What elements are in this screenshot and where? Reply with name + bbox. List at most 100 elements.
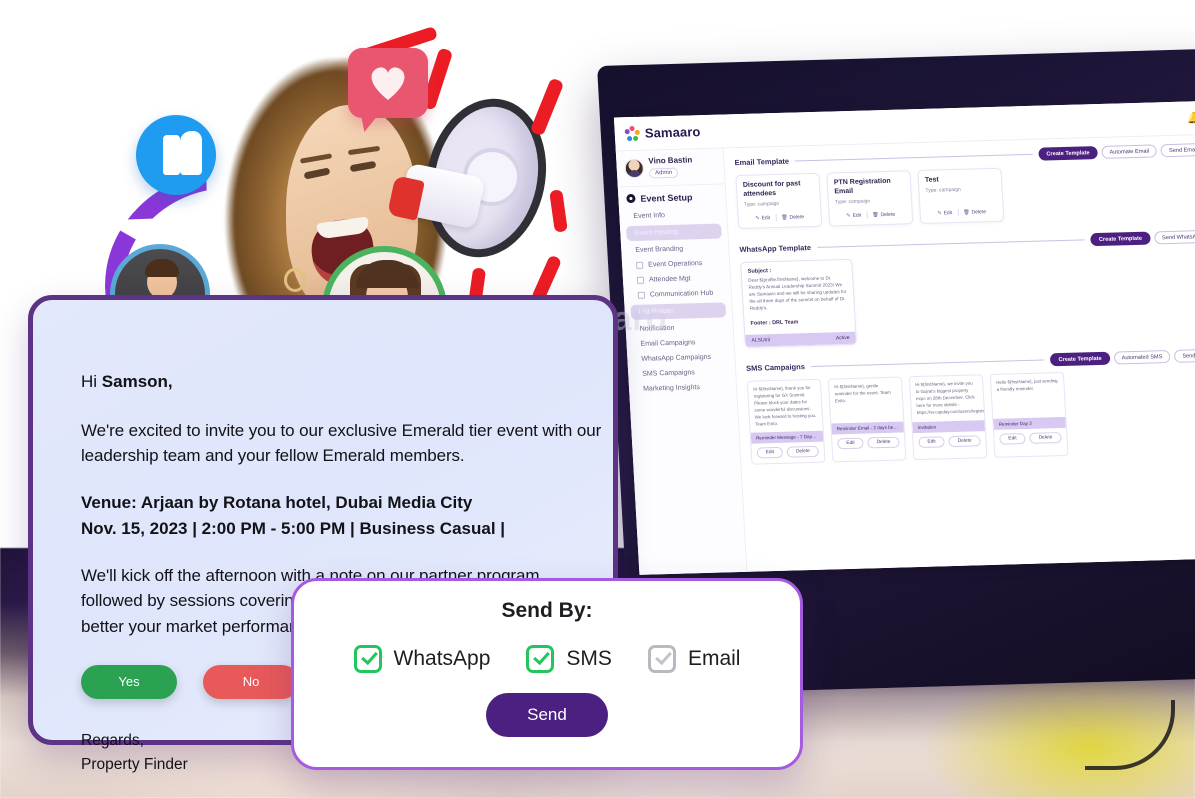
venue-line: Venue: Arjaan by Rotana hotel, Dubai Med… bbox=[81, 493, 473, 513]
send-sms-button[interactable]: Send SMS bbox=[1174, 349, 1195, 364]
sidebar-item-label: Event Info bbox=[633, 211, 666, 220]
channel-options: WhatsApp SMS Email bbox=[353, 645, 740, 673]
edit-button[interactable]: Edit bbox=[837, 438, 864, 450]
sidebar-item-label: Attendee Mgt bbox=[648, 275, 691, 284]
sidebar-item-label: Event Branding bbox=[635, 245, 684, 254]
sms-campaign-card[interactable]: Hello ${firstName}, just sending a frien… bbox=[989, 372, 1069, 459]
card-actions: Edit Delete bbox=[913, 431, 986, 453]
brand-name: Samaaro bbox=[644, 124, 701, 141]
email-template-card[interactable]: Test Type: campaign ✎ Edit 🗑 Delete bbox=[917, 167, 1005, 224]
status-badge: Active bbox=[835, 335, 850, 342]
check-icon bbox=[533, 647, 551, 666]
sms-campaign-card[interactable]: Hi ${firstName}, we invite you to Gujrat… bbox=[908, 374, 988, 461]
card-actions: Edit Delete bbox=[751, 442, 824, 464]
card-subtitle: Type: campaign bbox=[925, 186, 961, 194]
card-actions: ✎ Edit 🗑 Delete bbox=[745, 213, 815, 222]
yes-button[interactable]: Yes bbox=[81, 664, 177, 699]
email-template-card[interactable]: PTN Registration Email Type: campaign ✎ E… bbox=[826, 170, 914, 227]
send-by-modal: Send By: WhatsApp SMS Email Send bbox=[291, 578, 803, 770]
sms-campaign-card[interactable]: Hi ${firstName}, thank you for registeri… bbox=[746, 379, 826, 466]
whatsapp-template-card[interactable]: Subject : Dear ${profile.firstName}, wel… bbox=[740, 258, 857, 349]
checkbox-sms[interactable] bbox=[526, 645, 555, 673]
email-template-actions: Create Template Automate Email Send Emai… bbox=[1038, 143, 1195, 161]
email-template-cards: Discount for past attendees Type: campai… bbox=[735, 162, 1195, 230]
checkbox-whatsapp[interactable] bbox=[353, 645, 382, 673]
send-email-button[interactable]: Send Email bbox=[1160, 143, 1195, 158]
avatar-hair bbox=[145, 259, 179, 277]
edit-button[interactable]: Edit bbox=[999, 433, 1026, 446]
edit-button[interactable]: Edit bbox=[756, 447, 784, 459]
card-actions: Edit Delete bbox=[994, 428, 1067, 450]
no-button[interactable]: No bbox=[203, 664, 299, 699]
card-subtitle: Type: campaign bbox=[743, 200, 780, 208]
divider bbox=[816, 239, 1085, 248]
divider bbox=[866, 211, 868, 219]
option-email[interactable]: Email bbox=[647, 645, 740, 673]
email-template-card[interactable]: Discount for past attendees Type: campai… bbox=[735, 172, 823, 230]
delete-button[interactable]: Delete bbox=[948, 434, 981, 447]
checkbox-email[interactable] bbox=[647, 645, 676, 673]
email-intro: We're excited to invite you to our exclu… bbox=[81, 421, 602, 466]
create-template-button[interactable]: Create Template bbox=[1050, 352, 1111, 367]
megaphone-small-icon bbox=[637, 291, 646, 299]
card-actions: ✎ Edit 🗑 Delete bbox=[836, 210, 906, 219]
thumbs-up-icon bbox=[136, 115, 216, 195]
edit-button[interactable]: ✎ Edit bbox=[846, 212, 861, 218]
edit-button[interactable]: ✎ Edit bbox=[755, 215, 770, 221]
delete-button[interactable]: 🗑 Delete bbox=[872, 211, 895, 218]
card-title: PTN Registration Email bbox=[833, 177, 891, 196]
option-sms[interactable]: SMS bbox=[526, 645, 612, 673]
user-name: Vino Bastin bbox=[648, 155, 693, 166]
heart-speech-bubble-icon bbox=[348, 48, 428, 118]
sidebar-item-label: Event Operations bbox=[647, 259, 703, 269]
brand: Samaaro bbox=[624, 124, 701, 142]
send-whatsapp-button[interactable]: Send WhatsApp bbox=[1153, 229, 1195, 245]
delete-button[interactable]: Delete bbox=[1029, 432, 1062, 445]
card-status-bar: ALSUtril Active bbox=[745, 332, 856, 348]
screenshot-root: Samaaro 🔔 Vino Bastin Admin Event Setup … bbox=[0, 0, 1195, 798]
send-button[interactable]: Send bbox=[486, 693, 608, 737]
samaaro-logo-icon bbox=[624, 125, 640, 142]
sms-campaign-card[interactable]: Hi ${firstName}, gentle reminder for the… bbox=[827, 376, 907, 463]
create-template-button[interactable]: Create Template bbox=[1038, 146, 1098, 161]
sidebar-section-label: Event Setup bbox=[640, 192, 693, 204]
delete-button[interactable]: Delete bbox=[786, 446, 820, 459]
sidebar-item-event-hosting[interactable]: Event Hosting bbox=[625, 223, 722, 241]
avatar bbox=[624, 158, 645, 179]
sidebar-item-marketing-insights[interactable]: Marketing Insights bbox=[629, 379, 737, 397]
sidebar-user[interactable]: Vino Bastin Admin bbox=[616, 155, 725, 188]
card-body: Subject : Dear ${profile.firstName}, wel… bbox=[741, 260, 855, 335]
check-icon bbox=[655, 647, 672, 666]
delete-button[interactable]: 🗑 Delete bbox=[781, 214, 804, 221]
sidebar-item-label: Communication Hub bbox=[649, 289, 714, 299]
delete-button[interactable]: Delete bbox=[867, 437, 900, 449]
edit-button[interactable]: Edit bbox=[918, 435, 946, 448]
automate-email-button[interactable]: Automate Email bbox=[1101, 144, 1158, 159]
samaaro-app: Samaaro 🔔 Vino Bastin Admin Event Setup … bbox=[613, 100, 1195, 575]
bell-icon[interactable]: 🔔 bbox=[1187, 111, 1195, 124]
sidebar-section-event-setup[interactable]: Event Setup bbox=[618, 184, 726, 209]
sidebar-item-label: Event Hosting bbox=[634, 228, 679, 237]
card-subtitle: Type: campaign bbox=[834, 197, 871, 205]
monitor-screen: Samaaro 🔔 Vino Bastin Admin Event Setup … bbox=[613, 100, 1195, 575]
card-title: Test bbox=[924, 176, 939, 184]
divider bbox=[810, 359, 1045, 368]
footer-text: Footer : DRL Team bbox=[750, 319, 799, 328]
whatsapp-template-title: WhatsApp Template bbox=[739, 243, 812, 255]
people-icon bbox=[636, 276, 645, 284]
whatsapp-template-cards: Subject : Dear ${profile.firstName}, wel… bbox=[740, 249, 1195, 349]
email-template-title: Email Template bbox=[734, 156, 790, 168]
divider bbox=[775, 213, 777, 222]
option-whatsapp[interactable]: WhatsApp bbox=[353, 645, 490, 673]
automated-sms-button[interactable]: Automated SMS bbox=[1113, 350, 1171, 366]
sms-campaigns-actions: Create Template Automated SMS Send SMS bbox=[1050, 349, 1195, 367]
event-setup-icon bbox=[626, 194, 636, 204]
sms-campaign-cards: Hi ${firstName}, thank you for registeri… bbox=[746, 368, 1195, 466]
sidebar-item-label: Marketing Insights bbox=[642, 383, 701, 393]
edit-button[interactable]: ✎ Edit bbox=[937, 210, 952, 216]
user-role-badge: Admin bbox=[648, 167, 679, 179]
sms-campaigns-title: SMS Campaigns bbox=[745, 362, 806, 374]
create-template-button[interactable]: Create Template bbox=[1090, 231, 1151, 247]
delete-button[interactable]: 🗑 Delete bbox=[963, 209, 986, 216]
sidebar-item-event-info[interactable]: Event Info bbox=[619, 206, 727, 224]
